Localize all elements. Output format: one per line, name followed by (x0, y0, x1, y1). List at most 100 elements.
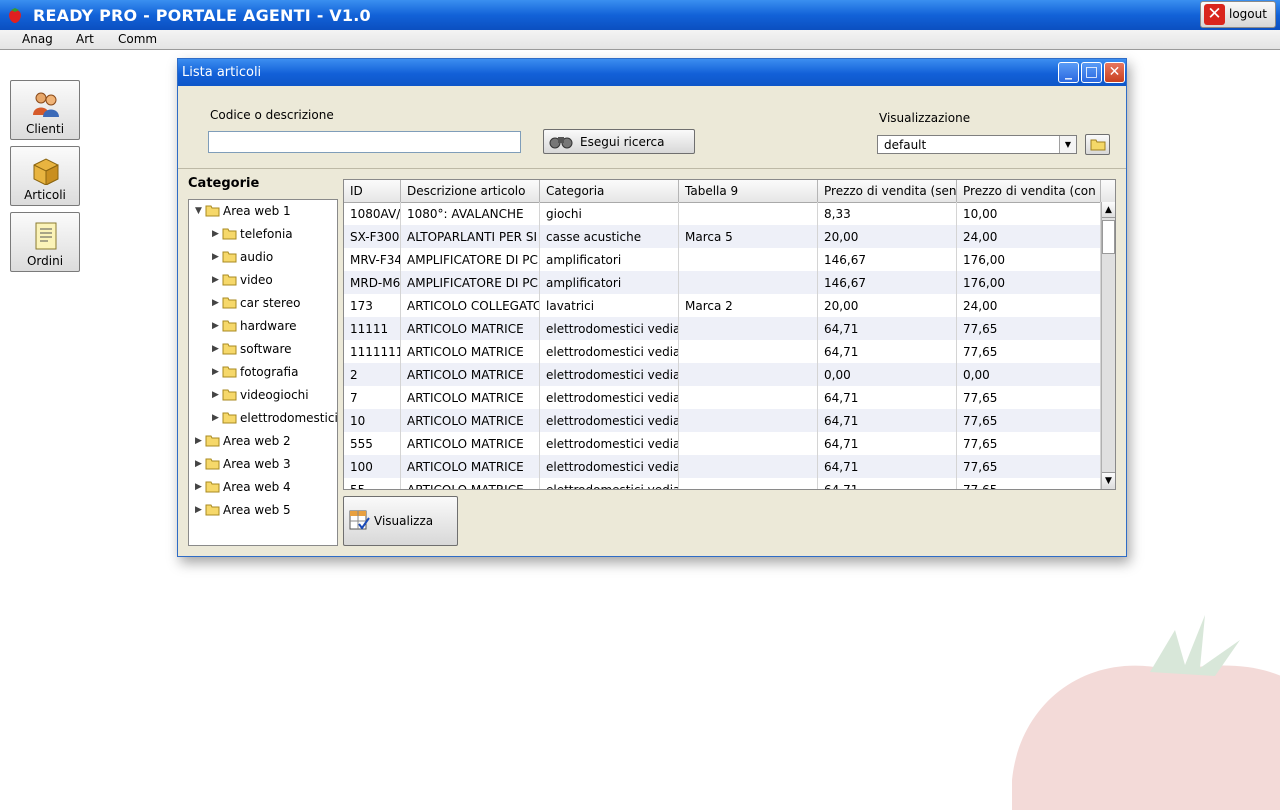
boxes-icon (33, 158, 59, 185)
folder-icon (1090, 139, 1106, 151)
logout-button[interactable]: ✕ logout (1200, 1, 1276, 28)
tree-node-label: software (240, 342, 292, 356)
table-cell: 77,65 (957, 340, 1101, 363)
menu-item-anag[interactable]: Anag (22, 32, 53, 46)
table-cell: Marca 2 (679, 294, 818, 317)
close-button[interactable]: ✕ (1104, 62, 1125, 83)
tree-node-label: elettrodomestici (240, 411, 338, 425)
table-row[interactable]: 10 ARTICOLO MATRICE elettrodomestici vedia… (344, 409, 1101, 432)
table-cell-text: MRD-M6 (350, 276, 401, 290)
table-cell: AMPLIFICATORE DI PC (401, 271, 540, 294)
column-header[interactable]: Tabella 9 (679, 180, 818, 202)
expand-right-icon[interactable]: ▶ (195, 436, 202, 446)
window-title-bar[interactable]: Lista articoli _ □ ✕ (178, 59, 1126, 86)
table-cell (679, 409, 818, 432)
launcher-ordini-button[interactable]: Ordini (10, 212, 80, 272)
table-row[interactable]: 2 ARTICOLO MATRICE elettrodomestici vediar… (344, 363, 1101, 386)
column-header[interactable]: Descrizione articolo (401, 180, 540, 202)
minimize-button[interactable]: _ (1058, 62, 1079, 83)
table-cell-text: 64,71 (824, 322, 859, 336)
table-cell: elettrodomestici vediar (540, 432, 679, 455)
table-cell-text: 10,00 (963, 207, 998, 221)
table-row[interactable]: 555 ARTICOLO MATRICE elettrodomestici vedi… (344, 432, 1101, 455)
view-label: Visualizzazione (879, 111, 971, 125)
menu-item-comm[interactable]: Comm (118, 32, 157, 46)
expand-right-icon[interactable]: ▶ (212, 275, 219, 285)
lista-articoli-window: Lista articoli _ □ ✕ Codice o descrizion… (177, 58, 1127, 557)
expand-right-icon[interactable]: ▶ (212, 321, 219, 331)
table-cell (679, 317, 818, 340)
table-cell: 77,65 (957, 432, 1101, 455)
table-cell-text: 11111 (350, 322, 389, 336)
column-header[interactable]: Prezzo di vendita (con i (957, 180, 1101, 202)
view-select[interactable]: default ▼ (877, 135, 1077, 154)
table-cell-text: 77,65 (963, 414, 998, 428)
table-row[interactable]: SX-F300 ALTOPARLANTI PER SI casse acustich… (344, 225, 1101, 248)
table-cell: ARTICOLO MATRICE (401, 409, 540, 432)
table-row[interactable]: MRV-F34 AMPLIFICATORE DI PC amplificatori 1… (344, 248, 1101, 271)
table-cell-text: 1080°: AVALANCHE (407, 207, 524, 221)
expand-right-icon[interactable]: ▶ (212, 390, 219, 400)
expand-right-icon[interactable]: ▶ (212, 298, 219, 308)
table-row[interactable]: 7 ARTICOLO MATRICE elettrodomestici vediar… (344, 386, 1101, 409)
tree-node-label: Area web 2 (223, 434, 291, 448)
search-toolbar (178, 86, 1126, 169)
maximize-button[interactable]: □ (1081, 62, 1102, 83)
table-row[interactable]: 1080AV/1080°: AVALANCHE giochi 8,33 10,00 (344, 202, 1101, 225)
expand-right-icon[interactable]: ▶ (195, 459, 202, 469)
scrollbar-thumb[interactable] (1102, 220, 1115, 254)
visualizza-button[interactable]: Visualizza (343, 496, 458, 546)
table-row[interactable]: 173 ARTICOLO COLLEGATC lavatrici Marca 2 20,… (344, 294, 1101, 317)
table-cell-text: AMPLIFICATORE DI PC (407, 253, 538, 267)
launcher-clienti-button[interactable]: Clienti (10, 80, 80, 140)
expand-right-icon[interactable]: ▶ (195, 482, 202, 492)
table-cell-text: SX-F300 (350, 230, 400, 244)
expand-down-icon[interactable]: ▼ (195, 206, 202, 216)
table-cell-text: 176,00 (963, 276, 1005, 290)
table-cell-text: 146,67 (824, 253, 866, 267)
folder-icon (222, 343, 237, 355)
table-cell: elettrodomestici vediar (540, 455, 679, 478)
open-view-button[interactable] (1085, 134, 1110, 155)
expand-right-icon[interactable]: ▶ (212, 344, 219, 354)
table-cell-text: 176,00 (963, 253, 1005, 267)
expand-right-icon[interactable]: ▶ (212, 229, 219, 239)
expand-right-icon[interactable]: ▶ (212, 252, 219, 262)
table-cell: 555 (344, 432, 401, 455)
table-row[interactable]: 55 ARTICOLO MATRICE elettrodomestici vedia… (344, 478, 1101, 490)
folder-icon (222, 320, 237, 332)
table-cell: 146,67 (818, 248, 957, 271)
table-cell: 100 (344, 455, 401, 478)
table-cell-text: ARTICOLO COLLEGATC (407, 299, 540, 313)
table-cell-text: amplificatori (546, 253, 622, 267)
launcher-articoli-button[interactable]: Articoli (10, 146, 80, 206)
table-row[interactable]: MRD-M6 AMPLIFICATORE DI PC amplificatori 14… (344, 271, 1101, 294)
column-header[interactable]: ID (344, 180, 401, 202)
vertical-scrollbar[interactable]: ▲ ▼ (1101, 202, 1115, 489)
column-header[interactable]: Prezzo di vendita (senz (818, 180, 957, 202)
search-input[interactable] (208, 131, 521, 153)
table-cell-text: ARTICOLO MATRICE (407, 437, 524, 451)
table-row[interactable]: 100 ARTICOLO MATRICE elettrodomestici vedi… (344, 455, 1101, 478)
search-button-label: Esegui ricerca (580, 135, 665, 149)
scroll-up-icon[interactable]: ▲ (1102, 202, 1115, 218)
expand-right-icon[interactable]: ▶ (212, 413, 219, 423)
expand-right-icon[interactable]: ▶ (195, 505, 202, 515)
column-header[interactable]: Categoria (540, 180, 679, 202)
table-cell: 1080AV/ (344, 202, 401, 225)
table-cell-text: 146,67 (824, 276, 866, 290)
search-button[interactable]: Esegui ricerca (543, 129, 695, 154)
menu-item-art[interactable]: Art (76, 32, 94, 46)
logout-label: logout (1229, 7, 1267, 21)
table-cell-text: elettrodomestici vediar (546, 483, 679, 490)
table-row[interactable]: 1111111 ARTICOLO MATRICE elettrodomestici … (344, 340, 1101, 363)
column-header-label: ID (350, 184, 363, 198)
table-cell: ARTICOLO MATRICE (401, 432, 540, 455)
table-cell-text: elettrodomestici vediar (546, 460, 679, 474)
table-cell: elettrodomestici vediar (540, 409, 679, 432)
table-row[interactable]: 11111 ARTICOLO MATRICE elettrodomestici ve… (344, 317, 1101, 340)
folder-icon (222, 412, 237, 424)
expand-right-icon[interactable]: ▶ (212, 367, 219, 377)
table-cell-text: 24,00 (963, 230, 998, 244)
scroll-down-icon[interactable]: ▼ (1102, 472, 1115, 488)
